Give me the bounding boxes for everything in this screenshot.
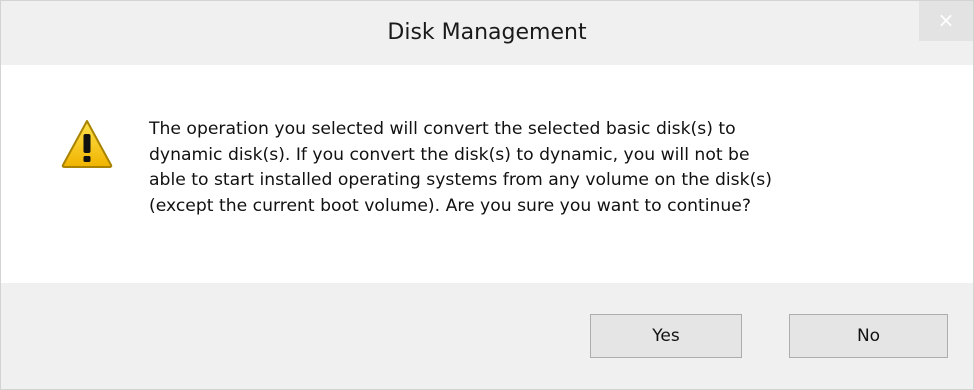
button-bar: Yes No: [1, 283, 973, 389]
yes-button[interactable]: Yes: [590, 314, 742, 358]
disk-management-dialog: Disk Management × The operation you sele…: [0, 0, 974, 390]
title-bar: Disk Management ×: [1, 1, 973, 65]
warning-icon: [61, 120, 113, 168]
dialog-title: Disk Management: [387, 20, 587, 45]
no-button[interactable]: No: [789, 314, 948, 358]
close-icon: ×: [937, 8, 955, 32]
confirmation-message: The operation you selected will convert …: [149, 119, 772, 216]
message-area: The operation you selected will convert …: [1, 65, 973, 283]
close-button[interactable]: ×: [919, 1, 973, 41]
